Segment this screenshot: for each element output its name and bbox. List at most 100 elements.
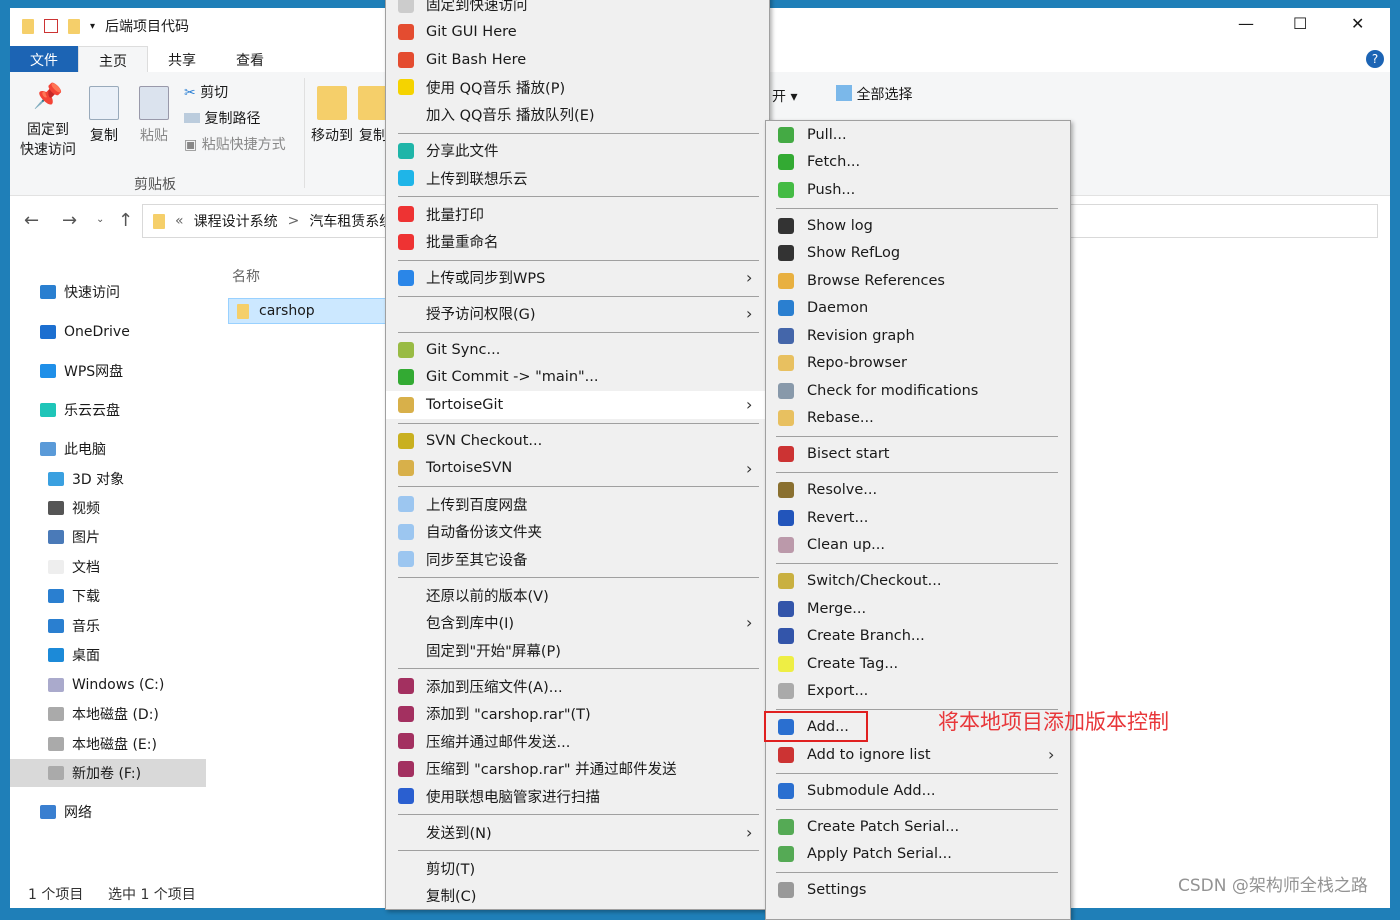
paste-button[interactable]: 粘贴 [136, 86, 172, 146]
nav-item[interactable]: 本地磁盘 (D:) [10, 700, 206, 728]
overflow-crumb[interactable]: « [175, 213, 184, 229]
column-header-name[interactable]: 名称 [232, 266, 260, 286]
chevron-down-icon[interactable]: ▾ [90, 21, 95, 32]
up-icon[interactable]: ↑ [118, 210, 133, 231]
breadcrumb-item[interactable]: 课程设计系统 [194, 211, 278, 231]
nav-item[interactable]: Windows (C:) [10, 671, 206, 699]
nav-item[interactable]: 本地磁盘 (E:) [10, 730, 206, 758]
nav-item[interactable]: 下载 [10, 582, 206, 610]
recent-chevron-icon[interactable]: ⌄ [96, 214, 104, 225]
menu-item[interactable]: 同步至其它设备 [386, 546, 769, 574]
menu-item-show-log[interactable]: Show log [766, 212, 1070, 240]
menu-item[interactable]: 上传到百度网盘 [386, 491, 769, 519]
menu-item[interactable]: 分享此文件 [386, 137, 769, 165]
menu-item-pull[interactable]: Pull... [766, 121, 1070, 149]
move-to-button[interactable]: 移动到 [308, 86, 356, 146]
tab-home[interactable]: 主页 [78, 46, 148, 72]
nav-item[interactable]: 3D 对象 [10, 465, 206, 493]
tab-file[interactable]: 文件 [10, 46, 78, 72]
menu-item-resolve[interactable]: Resolve... [766, 477, 1070, 505]
menu-item[interactable]: 批量打印 [386, 201, 769, 229]
cut-button[interactable]: ✂ 剪切 [184, 82, 228, 102]
menu-item-repo-browser[interactable]: Repo-browser [766, 350, 1070, 378]
menu-item-show-reflog[interactable]: Show RefLog [766, 240, 1070, 268]
menu-item-merge[interactable]: Merge... [766, 595, 1070, 623]
nav-item[interactable]: OneDrive [10, 318, 206, 346]
nav-item[interactable]: 网络 [10, 798, 206, 826]
menu-item-revision-graph[interactable]: Revision graph [766, 322, 1070, 350]
menu-item[interactable]: 固定到快速访问 [386, 0, 769, 19]
menu-item-add-to-ignore-list[interactable]: Add to ignore list › [766, 741, 1070, 769]
menu-item-fetch[interactable]: Fetch... [766, 149, 1070, 177]
menu-item-switch-checkout[interactable]: Switch/Checkout... [766, 568, 1070, 596]
nav-item[interactable]: 桌面 [10, 641, 206, 669]
menu-item-rebase[interactable]: Rebase... [766, 405, 1070, 433]
menu-item-apply-patch-serial[interactable]: Apply Patch Serial... [766, 841, 1070, 869]
menu-item-tortoisesvn[interactable]: TortoiseSVN › [386, 455, 769, 483]
menu-item-carshop-rar-t[interactable]: 添加到 "carshop.rar"(T) [386, 700, 769, 728]
paste-shortcut-button[interactable]: ▣ 粘贴快捷方式 [184, 134, 286, 154]
nav-item[interactable]: 视频 [10, 494, 206, 522]
menu-item-c[interactable]: 复制(C) [386, 882, 769, 910]
minimize-button[interactable]: — [1238, 14, 1254, 33]
menu-item[interactable]: 上传到联想乐云 [386, 165, 769, 193]
menu-item-browse-references[interactable]: Browse References [766, 267, 1070, 295]
nav-item[interactable]: WPS网盘 [10, 357, 206, 385]
menu-item[interactable]: 批量重命名 [386, 228, 769, 256]
menu-item-v[interactable]: 还原以前的版本(V) [386, 582, 769, 610]
nav-item[interactable]: 新加卷 (F:) [10, 759, 206, 787]
menu-item-clean-up[interactable]: Clean up... [766, 532, 1070, 560]
menu-item-p[interactable]: 固定到"开始"屏幕(P) [386, 637, 769, 665]
menu-item-g[interactable]: 授予访问权限(G) › [386, 300, 769, 328]
nav-item[interactable]: 文档 [10, 553, 206, 581]
menu-item-svn-checkout[interactable]: SVN Checkout... [386, 427, 769, 455]
nav-item[interactable]: 快速访问 [10, 278, 206, 306]
menu-item-git-bash-here[interactable]: Git Bash Here [386, 46, 769, 74]
nav-item[interactable]: 图片 [10, 523, 206, 551]
menu-item-git-commit-main[interactable]: Git Commit -> "main"... [386, 364, 769, 392]
nav-item[interactable]: 音乐 [10, 612, 206, 640]
menu-item-bisect-start[interactable]: Bisect start [766, 441, 1070, 469]
tab-share[interactable]: 共享 [148, 46, 216, 72]
menu-item-daemon[interactable]: Daemon [766, 295, 1070, 323]
maximize-button[interactable]: ☐ [1293, 14, 1307, 33]
menu-item-tortoisegit[interactable]: TortoiseGit › [386, 391, 769, 419]
select-all-button[interactable]: 全部选择 [836, 84, 912, 104]
pin-quick-access-button[interactable]: 📌 固定到 快速访问 [16, 84, 80, 160]
menu-item-qq-p[interactable]: 使用 QQ音乐 播放(P) [386, 74, 769, 102]
menu-item-wps[interactable]: 上传或同步到WPS › [386, 264, 769, 292]
breadcrumb-separator[interactable]: > [288, 213, 300, 229]
nav-item[interactable]: 乐云云盘 [10, 396, 206, 424]
menu-item[interactable]: 压缩并通过邮件发送... [386, 728, 769, 756]
menu-item-submodule-add[interactable]: Submodule Add... [766, 777, 1070, 805]
file-item-carshop[interactable]: carshop [228, 298, 398, 324]
nav-item[interactable]: 此电脑 [10, 435, 206, 463]
menu-item-revert[interactable]: Revert... [766, 504, 1070, 532]
menu-item-n[interactable]: 发送到(N) › [386, 819, 769, 847]
menu-item[interactable]: 自动备份该文件夹 [386, 518, 769, 546]
copy-path-button[interactable]: 复制路径 [184, 108, 260, 128]
menu-item-carshop-rar[interactable]: 压缩到 "carshop.rar" 并通过邮件发送 [386, 755, 769, 783]
new-folder-icon[interactable] [68, 18, 80, 34]
menu-item[interactable]: 使用联想电脑管家进行扫描 [386, 783, 769, 811]
open-button[interactable]: 开 ▾ [772, 86, 797, 106]
menu-item-create-tag[interactable]: Create Tag... [766, 650, 1070, 678]
menu-item-push[interactable]: Push... [766, 176, 1070, 204]
menu-item-qq-e[interactable]: 加入 QQ音乐 播放队列(E) [386, 101, 769, 129]
copy-button[interactable]: 复制 [86, 86, 122, 146]
menu-item-a[interactable]: 添加到压缩文件(A)... [386, 673, 769, 701]
menu-item-create-patch-serial[interactable]: Create Patch Serial... [766, 813, 1070, 841]
menu-item-check-for-modifications[interactable]: Check for modifications [766, 377, 1070, 405]
forward-icon[interactable]: → [62, 210, 77, 231]
menu-item-git-gui-here[interactable]: Git GUI Here [386, 19, 769, 47]
properties-icon[interactable] [44, 19, 58, 33]
copy-to-button[interactable]: 复制 [358, 86, 388, 146]
menu-item-t[interactable]: 剪切(T) [386, 855, 769, 883]
back-icon[interactable]: ← [24, 210, 39, 231]
close-button[interactable]: ✕ [1351, 14, 1364, 33]
menu-item-export[interactable]: Export... [766, 678, 1070, 706]
menu-item-create-branch[interactable]: Create Branch... [766, 623, 1070, 651]
menu-item-git-sync[interactable]: Git Sync... [386, 336, 769, 364]
tab-view[interactable]: 查看 [216, 46, 284, 72]
menu-item-i[interactable]: 包含到库中(I) › [386, 609, 769, 637]
